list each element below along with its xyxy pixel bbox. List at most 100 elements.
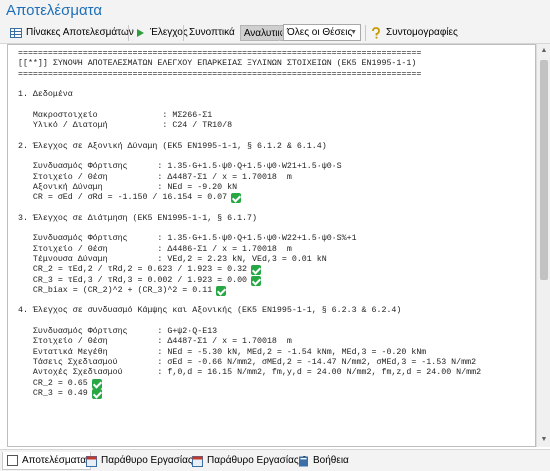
report-line-text: Εντατικά Μεγέθη : NEd = -5.30 kN, MEd,2 … xyxy=(18,347,427,357)
report-line-text: 2. Έλεγχος σε Αξονική Δύναμη (EK5 EN1995… xyxy=(18,141,327,151)
scroll-thumb[interactable] xyxy=(540,60,548,280)
report-line-text: Στοιχείο / Θέση : Δ4486-Σ1 / x = 1.70018… xyxy=(18,244,292,254)
report-line-text: 1. Δεδομένα xyxy=(18,90,73,100)
report-line-text: ========================================… xyxy=(18,69,422,79)
summary-toggle[interactable]: Συνοπτικά xyxy=(186,25,238,41)
check-ok-icon xyxy=(91,388,102,399)
report-line: CR_3 = τEd,3 / τRd,3 = 0.002 / 1.923 = 0… xyxy=(18,276,528,286)
check-button[interactable]: Έλεγχος xyxy=(134,24,188,42)
view-mode-toggle: Συνοπτικά Αναλυτικά xyxy=(186,24,293,42)
report-line xyxy=(18,296,528,306)
report-line-text: CR_3 = 0.49 xyxy=(18,388,88,398)
scroll-down-icon[interactable]: ▼ xyxy=(537,433,550,447)
report-line: 2. Έλεγχος σε Αξονική Δύναμη (EK5 EN1995… xyxy=(18,142,528,152)
report-line: Υλικό / Διατομή : C24 / TR10/8 xyxy=(18,121,528,131)
report-line-text: Στοιχείο / Θέση : Δ4487-Σ1 / x = 1.70018… xyxy=(18,172,292,182)
report-line-text: [[**]] ΣΥΝΟΨΗ ΑΠΟΤΕΛΕΣΜΑΤΩΝ ΕΛΕΓΧΟΥ ΕΠΑΡ… xyxy=(18,59,417,69)
report-line: ========================================… xyxy=(18,70,528,80)
results-icon xyxy=(7,455,18,466)
report-line: Στοιχείο / Θέση : Δ4486-Σ1 / x = 1.70018… xyxy=(18,245,528,255)
help-book-icon xyxy=(299,456,308,466)
report-line: Αξονική Δύναμη : NEd = -9.20 kN xyxy=(18,183,528,193)
tab-help-label: Βοήθεια xyxy=(313,455,349,466)
tab-workspace-2[interactable]: Παράθυρο Εργασίας 2 xyxy=(188,452,311,470)
toolbar: Πίνακες Αποτελεσμάτων Έλεγχος Συνοπτικά … xyxy=(0,22,550,44)
report-line: [[**]] ΣΥΝΟΨΗ ΑΠΟΤΕΛΕΣΜΑΤΩΝ ΕΛΕΓΧΟΥ ΕΠΑΡ… xyxy=(18,59,528,69)
report-line-text: CR = σEd / σRd = -1.150 / 16.154 = 0.07 xyxy=(18,193,228,203)
report-line xyxy=(18,131,528,141)
report-line-text: Συνδυασμός Φόρτισης : G+ψ2·Q-E13 xyxy=(18,327,218,337)
check-ok-icon xyxy=(216,285,227,296)
tab-help[interactable]: Βοήθεια xyxy=(294,452,353,470)
vertical-scrollbar[interactable]: ▲ ▼ xyxy=(536,44,550,447)
report-line: Στοιχείο / Θέση : Δ4487-Σ1 / x = 1.70018… xyxy=(18,337,528,347)
check-ok-icon xyxy=(251,275,262,286)
report-line: CR_3 = 0.49 xyxy=(18,389,528,399)
report-line-text: Αντοχές Σχεδιασμού : f,0,d = 16.15 N/mm2… xyxy=(18,368,482,378)
report-line-text: CR_3 = τEd,3 / τRd,3 = 0.002 / 1.923 = 0… xyxy=(18,275,248,285)
report-line: CR_biax = (CR_2)^2 + (CR_3)^2 = 0.11 xyxy=(18,286,528,296)
report-line: Συνδυασμός Φόρτισης : G+ψ2·Q-E13 xyxy=(18,327,528,337)
report-line-text: Υλικό / Διατομή : C24 / TR10/8 xyxy=(18,121,233,131)
report-line-text: 3. Έλεγχος σε Διάτμηση (EK5 EN1995-1-1, … xyxy=(18,213,257,223)
report-line: 3. Έλεγχος σε Διάτμηση (EK5 EN1995-1-1, … xyxy=(18,214,528,224)
report-line: CR = σEd / σRd = -1.150 / 16.154 = 0.07 xyxy=(18,193,528,204)
report-line: Στοιχείο / Θέση : Δ4487-Σ1 / x = 1.70018… xyxy=(18,173,528,183)
report-line xyxy=(18,203,528,213)
shortcuts-button-label: Συντομογραφίες xyxy=(386,27,458,38)
report-line-text: ========================================… xyxy=(18,49,422,58)
report-line-text: Τέμνουσα Δύναμη : VEd,2 = 2.23 kN, VEd,3… xyxy=(18,254,327,264)
question-icon xyxy=(372,27,380,39)
report-line-text: CR_biax = (CR_2)^2 + (CR_3)^2 = 0.11 xyxy=(18,285,213,295)
report-line: Συνδυασμός Φόρτισης : 1.35·G+1.5·ψ0·Q+1.… xyxy=(18,162,528,172)
report-line-text: Αξονική Δύναμη : NEd = -9.20 kN xyxy=(18,182,238,192)
report-line xyxy=(18,224,528,234)
report-line-text: Στοιχείο / Θέση : Δ4487-Σ1 / x = 1.70018… xyxy=(18,337,292,347)
scroll-up-icon[interactable]: ▲ xyxy=(537,44,550,58)
window-icon xyxy=(192,455,203,467)
tables-button-label: Πίνακες Αποτελεσμάτων xyxy=(26,27,134,38)
report-line: Μακροστοιχείο : ΜΣ266-Σ1 xyxy=(18,111,528,121)
tab-results-label: Αποτελέσματα xyxy=(22,454,87,466)
report-line xyxy=(18,100,528,110)
tab-workspace-1-label: Παράθυρο Εργασίας 1 xyxy=(101,455,202,466)
check-ok-icon xyxy=(91,378,102,389)
results-panel: ========================================… xyxy=(7,44,536,447)
report-line-text: Μακροστοιχείο : ΜΣ266-Σ1 xyxy=(18,110,213,120)
tables-button[interactable]: Πίνακες Αποτελεσμάτων xyxy=(10,24,134,42)
report-line: 4. Έλεγχος σε συνδυασμό Κάμψης και Αξονι… xyxy=(18,306,528,316)
report-line-text: Συνδυασμός Φόρτισης : 1.35·G+1.5·ψ0·Q+1.… xyxy=(18,234,357,244)
window-icon xyxy=(86,455,97,467)
tab-workspace-1[interactable]: Παράθυρο Εργασίας 1 xyxy=(82,452,205,470)
separator xyxy=(279,25,280,41)
report-text: ========================================… xyxy=(18,49,528,399)
separator xyxy=(183,25,184,41)
positions-dropdown-value: Όλες οι Θέσεις xyxy=(287,27,353,38)
report-line: 1. Δεδομένα xyxy=(18,90,528,100)
report-line: CR_2 = τEd,2 / τRd,2 = 0.623 / 1.923 = 0… xyxy=(18,265,528,276)
report-line xyxy=(18,317,528,327)
report-line-text: Τάσεις Σχεδιασμού : σEd = -0.66 N/mm2, σ… xyxy=(18,357,477,367)
check-ok-icon xyxy=(251,265,262,276)
bottom-tab-bar: Αποτελέσματα Παράθυρο Εργασίας 1 Παράθυρ… xyxy=(0,449,550,471)
tab-results[interactable]: Αποτελέσματα xyxy=(2,452,92,470)
report-line-text: CR_2 = τEd,2 / τRd,2 = 0.623 / 1.923 = 0… xyxy=(18,265,248,275)
report-line xyxy=(18,152,528,162)
report-line-text: 4. Έλεγχος σε συνδυασμό Κάμψης και Αξονι… xyxy=(18,306,402,316)
title-bar: Αποτελέσματα xyxy=(0,0,550,22)
shortcuts-button[interactable]: Συντομογραφίες xyxy=(370,24,458,42)
report-line-text: Συνδυασμός Φόρτισης : 1.35·G+1.5·ψ0·Q+1.… xyxy=(18,162,342,172)
separator xyxy=(128,25,129,41)
check-ok-icon xyxy=(231,193,242,204)
report-line: Τάσεις Σχεδιασμού : σEd = -0.66 N/mm2, σ… xyxy=(18,358,528,368)
report-line: CR_2 = 0.65 xyxy=(18,379,528,389)
table-icon xyxy=(10,28,22,38)
report-line: Συνδυασμός Φόρτισης : 1.35·G+1.5·ψ0·Q+1.… xyxy=(18,234,528,244)
positions-dropdown[interactable]: Όλες οι Θέσεις ▼ xyxy=(283,24,361,41)
tab-workspace-2-label: Παράθυρο Εργασίας 2 xyxy=(207,455,308,466)
play-icon xyxy=(137,29,144,37)
report-line-text: CR_2 = 0.65 xyxy=(18,378,88,388)
report-line xyxy=(18,80,528,90)
window-title: Αποτελέσματα xyxy=(6,2,103,19)
separator xyxy=(365,25,366,41)
